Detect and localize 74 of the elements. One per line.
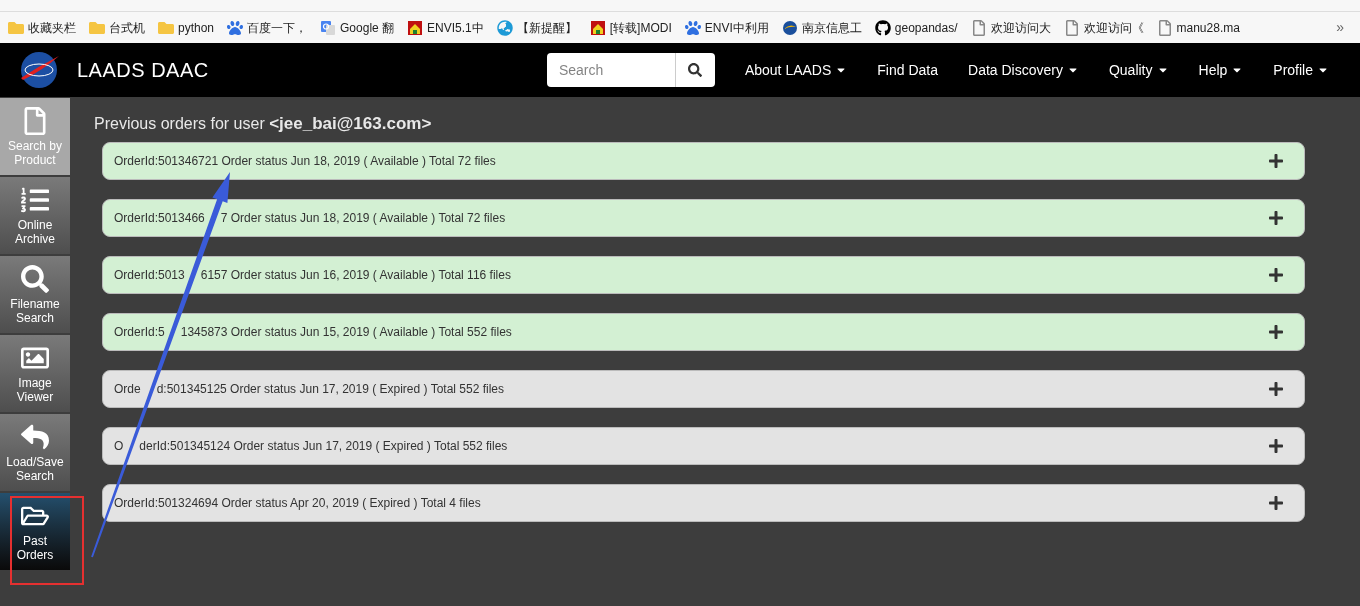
house-icon — [589, 19, 606, 36]
search-icon — [21, 264, 49, 293]
bookmark-link[interactable]: geopandas/ — [874, 18, 958, 37]
page-icon — [1156, 19, 1173, 36]
order-summary: OrderId:5 — [114, 323, 165, 341]
bookmark-link[interactable]: 收藏夹栏 — [8, 18, 76, 37]
nav-link[interactable]: Quality — [1093, 59, 1184, 81]
order-summary: 6157 Order status Jun 16, 2019 ( Available ) Total 116 files — [200, 266, 511, 284]
bookmark-link[interactable]: 欢迎访问大 — [970, 18, 1051, 37]
bookmark-link[interactable]: ENVI中利用 — [684, 18, 769, 37]
order-summary: derId:501345124 Order status Jun 17, 2019 ( Expired ) Total 552 files — [139, 437, 508, 455]
bookmark-link[interactable]: 【新提醒】 — [496, 18, 577, 37]
order-summary: 7 Order status Jun 18, 2019 ( Available ) Total 72 files — [220, 209, 506, 227]
sidebar-item[interactable]: Past Orders — [0, 493, 70, 570]
nav-link[interactable]: Profile — [1258, 59, 1344, 81]
nav-link[interactable]: Find Data — [862, 59, 953, 81]
translate-icon — [320, 19, 337, 36]
expand-icon[interactable] — [1268, 494, 1284, 511]
more-bookmarks-button[interactable]: » — [1336, 17, 1352, 38]
bookmark-link[interactable]: Google 翻 — [320, 18, 395, 37]
order-summary: d:501345125 Order status Jun 17, 2019 ( Expired ) Total 552 files — [156, 380, 505, 398]
search-icon — [688, 63, 703, 77]
order-row[interactable]: OrderId:501324694 Order status Apr 20, 2019 ( Expired ) Total 4 files — [102, 483, 1305, 522]
order-summary: O — [114, 437, 124, 455]
folder-icon — [8, 19, 24, 36]
order-summary: OrderId:5013466 — [114, 209, 205, 227]
sidebar-item[interactable]: Load/Save Search — [0, 414, 70, 491]
nav-link[interactable]: Help — [1183, 59, 1259, 81]
bookmark-link[interactable]: 欢迎访问《 — [1063, 18, 1144, 37]
expand-icon[interactable] — [1268, 380, 1284, 397]
search-field[interactable]: Search — [546, 53, 675, 87]
nav-link[interactable]: Data Discovery — [953, 59, 1094, 81]
bookmark-link[interactable]: 台式机 — [89, 18, 145, 37]
sidebar-item[interactable]: Online Archive — [0, 177, 70, 254]
expand-icon[interactable] — [1268, 437, 1284, 454]
search-button[interactable] — [674, 53, 715, 87]
github-icon — [874, 19, 891, 36]
order-row[interactable]: O derId:501345124 Order status Jun 17, 2019 ( Expired ) Total 552 files — [102, 426, 1305, 465]
order-row[interactable]: OrderId:501346721 Order status Jun 18, 2019 ( Available ) Total 72 files — [102, 141, 1305, 180]
swirl-icon — [781, 19, 798, 36]
order-summary: 1345873 Order status Jun 15, 2019 ( Available ) Total 552 files — [180, 323, 512, 341]
bookmark-link[interactable]: 南京信息工 — [781, 18, 862, 37]
bookmark-link[interactable]: ENVI5.1中 — [407, 18, 484, 37]
expand-icon[interactable] — [1268, 266, 1284, 283]
site-title: LAADS DAAC — [77, 58, 209, 83]
sidebar-item[interactable]: Filename Search — [0, 256, 70, 333]
order-row[interactable]: OrderId:5013466 7 Order status Jun 18, 2019 ( Available ) Total 72 files — [102, 198, 1305, 237]
orders-heading: Previous orders for user <jee_bai@163.com> — [94, 113, 433, 135]
nav-link[interactable]: About LAADS — [729, 59, 863, 81]
page-icon — [970, 19, 987, 36]
expand-icon[interactable] — [1268, 152, 1284, 169]
order-summary: Orde — [114, 380, 141, 398]
globe-icon — [496, 19, 513, 36]
sidebar-item[interactable]: Image Viewer — [0, 335, 70, 412]
order-row[interactable]: OrderId:5013 6157 Order status Jun 16, 2019 ( Available ) Total 116 files — [102, 255, 1305, 294]
bookmark-link[interactable]: 百度一下， — [227, 18, 308, 37]
order-summary: OrderId:501346721 Order status Jun 18, 2019 ( Available ) Total 72 files — [114, 152, 496, 170]
page-icon — [1063, 19, 1080, 36]
order-row[interactable]: OrderId:5 1345873 Order status Jun 15, 2019 ( Available ) Total 552 files — [102, 312, 1305, 351]
folder-icon — [158, 19, 174, 36]
numbered-list-icon — [21, 185, 49, 214]
bookmark-link[interactable]: python — [158, 18, 215, 37]
bookmark-link[interactable]: [转载]MODI — [589, 18, 672, 37]
bookmark-link[interactable]: manu28.ma — [1156, 18, 1240, 37]
paw-icon — [227, 19, 244, 36]
folder-icon — [89, 19, 105, 36]
order-summary: OrderId:5013 — [114, 266, 185, 284]
order-row[interactable]: Orde d:501345125 Order status Jun 17, 2019 ( Expired ) Total 552 files — [102, 369, 1305, 408]
paw-icon — [684, 19, 701, 36]
house-icon — [407, 19, 424, 36]
expand-icon[interactable] — [1268, 323, 1284, 340]
back-arrow-icon — [21, 422, 49, 451]
order-summary: OrderId:501324694 Order status Apr 20, 2019 ( Expired ) Total 4 files — [114, 494, 481, 512]
expand-icon[interactable] — [1268, 209, 1284, 226]
